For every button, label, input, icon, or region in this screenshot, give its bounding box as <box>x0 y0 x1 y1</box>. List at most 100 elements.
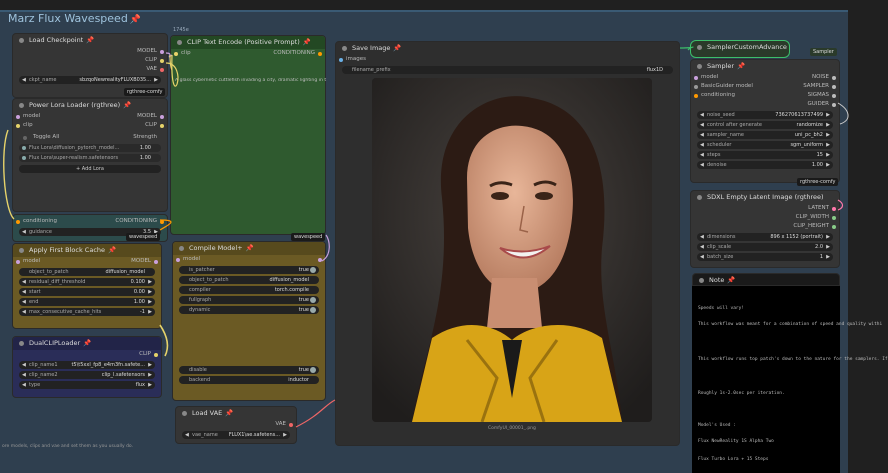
control-after-generate-widget[interactable]: ◀ control after generate randomize ▶ <box>697 121 833 129</box>
output-socket[interactable] <box>160 50 164 54</box>
fullgraph-toggle[interactable]: fullgraph true <box>179 296 319 304</box>
output-socket[interactable] <box>832 225 836 229</box>
note-textarea[interactable]: Speeds will vary! This workflow was mean… <box>692 286 888 473</box>
arrow-right-icon[interactable]: ▶ <box>826 121 830 129</box>
arrow-right-icon[interactable]: ▶ <box>148 278 152 286</box>
input-socket[interactable] <box>339 58 343 62</box>
node-header[interactable]: Compile Model+ 📌 <box>173 242 325 255</box>
node-header[interactable]: Power Lora Loader (rgthree) 📌 <box>13 99 167 112</box>
arrow-left-icon[interactable]: ◀ <box>22 298 26 306</box>
input-socket[interactable] <box>16 220 20 224</box>
arrow-left-icon[interactable]: ◀ <box>700 253 704 261</box>
node-header[interactable]: Load Checkpoint 📌 <box>13 34 167 47</box>
dual-clip-loader-node[interactable]: DualCLIPLoader 📌 CLIP ◀ clip_name1 t5\t5xxl… <box>12 336 162 398</box>
arrow-left-icon[interactable]: ◀ <box>700 151 704 159</box>
arrow-left-icon[interactable]: ◀ <box>22 288 26 296</box>
scheduler-widget[interactable]: ◀ scheduler sgm_uniform ▶ <box>697 141 833 149</box>
noise-seed-widget[interactable]: ◀ noise_seed 736270613737499 ▶ <box>697 111 833 119</box>
end-widget[interactable]: ◀ end 1.00 ▶ <box>19 298 155 306</box>
lora-row[interactable]: Flux Lora\diffusion_pytorch_model... 1.00 <box>19 144 161 152</box>
toggle-icon[interactable] <box>23 136 27 140</box>
output-socket[interactable] <box>289 423 293 427</box>
toggle-all-label[interactable]: Toggle All <box>33 133 59 142</box>
steps-widget[interactable]: ◀ steps 15 ▶ <box>697 151 833 159</box>
node-header[interactable]: Save Image 📌 <box>336 42 679 55</box>
arrow-right-icon[interactable]: ▶ <box>148 371 152 379</box>
node-header[interactable]: CLIP Text Encode (Positive Prompt) 📌 <box>171 36 325 49</box>
arrow-right-icon[interactable]: ▶ <box>826 233 830 241</box>
input-socket[interactable] <box>174 52 178 56</box>
max-cache-hits-widget[interactable]: ◀ max_consecutive_cache_hits -1 ▶ <box>19 308 155 316</box>
note-node[interactable]: Note 📌 <box>692 273 840 286</box>
output-socket[interactable] <box>832 207 836 211</box>
backend-widget[interactable]: backend inductor <box>179 376 319 384</box>
type-combo[interactable]: ◀ type flux ▶ <box>19 381 155 389</box>
output-socket[interactable] <box>318 52 322 56</box>
sdxl-empty-latent-node[interactable]: SDXL Empty Latent Image (rgthree) LATENT… <box>690 190 840 268</box>
arrow-right-icon[interactable]: ▶ <box>148 288 152 296</box>
output-socket[interactable] <box>160 220 164 224</box>
arrow-right-icon[interactable]: ▶ <box>826 151 830 159</box>
node-header[interactable]: SDXL Empty Latent Image (rgthree) <box>691 191 839 204</box>
clip-name1-combo[interactable]: ◀ clip_name1 t5\t5xxl_fp8_e4m3fn.safete...… <box>19 361 155 369</box>
pin-icon[interactable]: 📌 <box>130 15 141 25</box>
arrow-left-icon[interactable]: ◀ <box>22 278 26 286</box>
output-socket[interactable] <box>832 216 836 220</box>
node-header[interactable]: Sampler 📌 <box>691 60 839 73</box>
arrow-left-icon[interactable]: ◀ <box>700 161 704 169</box>
dynamic-toggle[interactable]: dynamic true <box>179 306 319 314</box>
arrow-right-icon[interactable]: ▶ <box>148 298 152 306</box>
arrow-left-icon[interactable]: ◀ <box>700 243 704 251</box>
arrow-right-icon[interactable]: ▶ <box>148 381 152 389</box>
arrow-right-icon[interactable]: ▶ <box>148 308 152 316</box>
lora-toggle-icon[interactable] <box>22 146 26 150</box>
dimensions-widget[interactable]: ◀ dimensions 896 x 1152 (portrait) ▶ <box>697 233 833 241</box>
input-socket[interactable] <box>16 124 20 128</box>
object-to-patch-widget[interactable]: object_to_patch diffusion_model <box>179 276 319 284</box>
output-socket[interactable] <box>160 59 164 63</box>
node-header[interactable]: SamplerCustomAdvance <box>691 41 789 54</box>
arrow-left-icon[interactable]: ◀ <box>700 141 704 149</box>
clip-text-encode-node[interactable]: CLIP Text Encode (Positive Prompt) 📌 clip… <box>170 35 326 235</box>
node-header[interactable]: DualCLIPLoader 📌 <box>13 337 161 350</box>
output-socket[interactable] <box>318 258 322 262</box>
output-socket[interactable] <box>832 94 836 98</box>
clip-scale-widget[interactable]: ◀ clip_scale 2.0 ▶ <box>697 243 833 251</box>
sampler-name-widget[interactable]: ◀ sampler_name uni_pc_bh2 ▶ <box>697 131 833 139</box>
arrow-right-icon[interactable]: ▶ <box>826 161 830 169</box>
output-socket[interactable] <box>160 124 164 128</box>
arrow-left-icon[interactable]: ◀ <box>22 76 26 84</box>
residual-diff-threshold-widget[interactable]: ◀ residual_diff_threshold 0.100 ▶ <box>19 278 155 286</box>
batch-size-widget[interactable]: ◀ batch_size 1 ▶ <box>697 253 833 261</box>
node-header[interactable]: Apply First Block Cache 📌 <box>13 244 161 257</box>
arrow-left-icon[interactable]: ◀ <box>700 111 704 119</box>
arrow-left-icon[interactable]: ◀ <box>22 381 26 389</box>
lora-toggle-icon[interactable] <box>22 156 26 160</box>
filename-prefix-input[interactable]: filename_prefix flux1D <box>342 66 673 74</box>
clip-name2-combo[interactable]: ◀ clip_name2 clip_l.safetensors ▶ <box>19 371 155 379</box>
input-socket[interactable] <box>16 260 20 264</box>
input-socket[interactable] <box>694 94 698 98</box>
arrow-right-icon[interactable]: ▶ <box>148 361 152 369</box>
toggle-knob-icon[interactable] <box>310 307 316 313</box>
arrow-left-icon[interactable]: ◀ <box>700 233 704 241</box>
output-socket[interactable] <box>154 353 158 357</box>
input-socket[interactable] <box>694 76 698 80</box>
power-lora-node[interactable]: Power Lora Loader (rgthree) 📌 model MODEL … <box>12 98 168 212</box>
arrow-right-icon[interactable]: ▶ <box>826 111 830 119</box>
start-widget[interactable]: ◀ start 0.00 ▶ <box>19 288 155 296</box>
apply-first-block-cache-node[interactable]: Apply First Block Cache 📌 model MODEL obje… <box>12 243 162 329</box>
ckpt-name-combo[interactable]: ◀ ckpt_name sbzqoNewrealityFLUXB035... ▶ <box>19 76 161 84</box>
output-socket[interactable] <box>160 115 164 119</box>
arrow-right-icon[interactable]: ▶ <box>826 131 830 139</box>
arrow-left-icon[interactable]: ◀ <box>700 131 704 139</box>
arrow-left-icon[interactable]: ◀ <box>185 431 189 439</box>
arrow-right-icon[interactable]: ▶ <box>283 431 287 439</box>
input-socket[interactable] <box>694 85 698 89</box>
compile-model-node[interactable]: Compile Model+ 📌 model is_patcher true obj… <box>172 241 326 401</box>
output-socket[interactable] <box>832 103 836 107</box>
output-socket[interactable] <box>832 76 836 80</box>
input-socket[interactable] <box>176 258 180 262</box>
lora-row[interactable]: Flux Lora\super-realism.safetensors 1.00 <box>19 154 161 162</box>
generated-image[interactable] <box>372 78 652 422</box>
